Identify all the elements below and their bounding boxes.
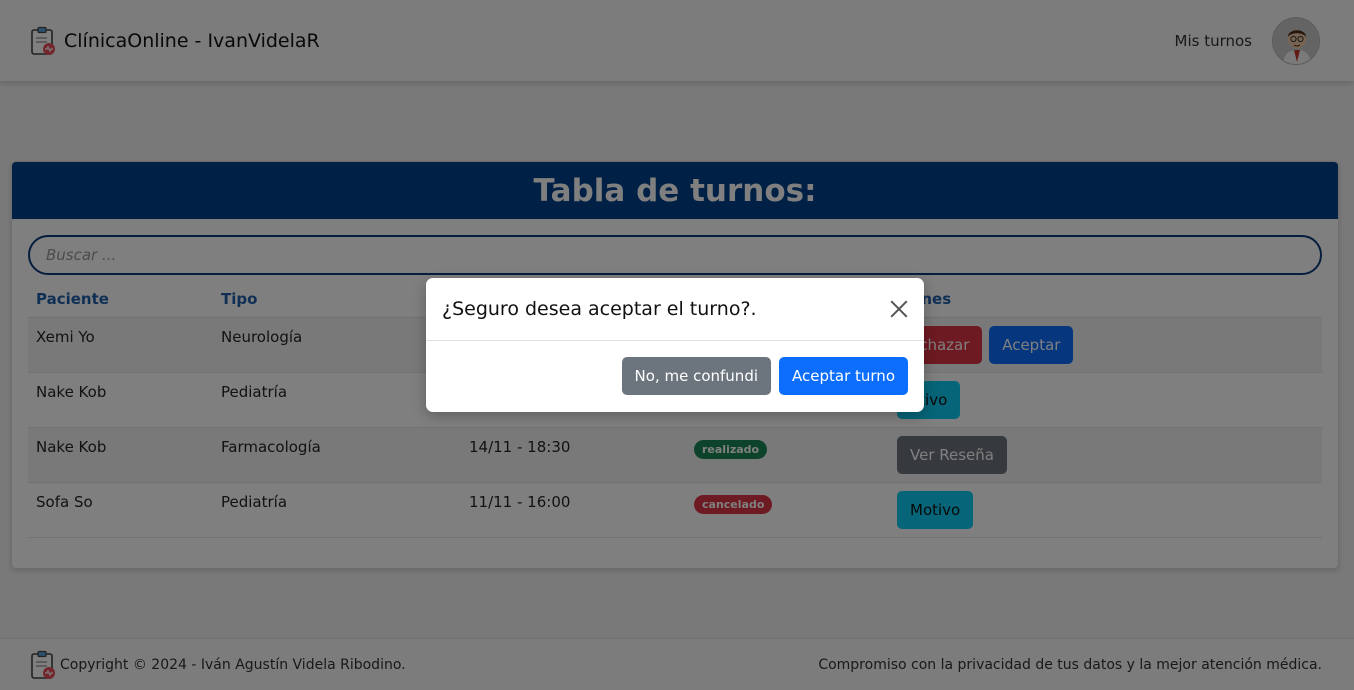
modal-header: ¿Seguro desea aceptar el turno?. — [426, 278, 924, 341]
modal-footer: No, me confundi Aceptar turno — [426, 341, 924, 395]
close-icon[interactable] — [888, 298, 910, 320]
cancel-button[interactable]: No, me confundi — [621, 357, 772, 395]
modal-title: ¿Seguro desea aceptar el turno?. — [442, 298, 757, 320]
confirm-accept-button[interactable]: Aceptar turno — [779, 357, 908, 395]
confirm-modal: ¿Seguro desea aceptar el turno?. No, me … — [426, 278, 924, 412]
